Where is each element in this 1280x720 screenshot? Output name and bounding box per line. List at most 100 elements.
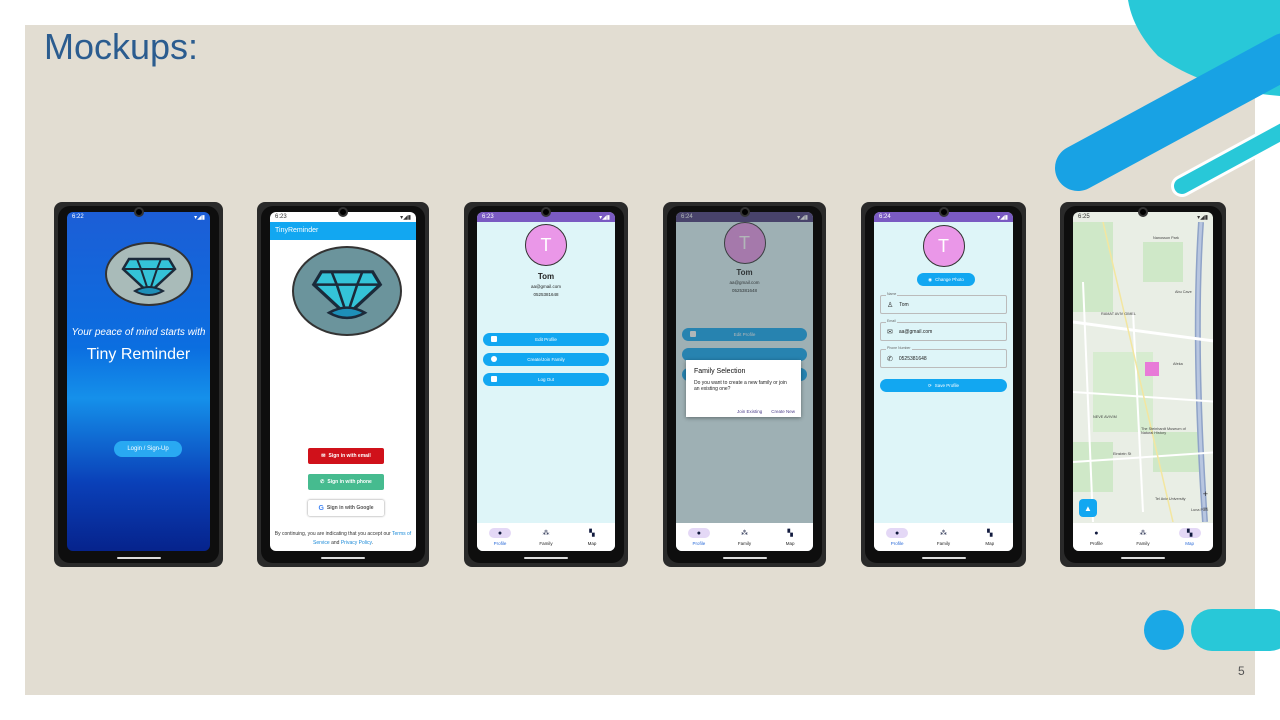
person-icon: ●	[1094, 529, 1099, 537]
change-photo-button[interactable]: ◉ Change Photo	[917, 273, 975, 286]
slide-number: 5	[1238, 664, 1245, 678]
map-label: Abu Cave	[1175, 290, 1192, 294]
status-time: 6:22	[72, 214, 84, 220]
map-canvas[interactable]	[1073, 222, 1213, 522]
signin-screen: 6:23 ▾◢▮ TinyReminder ✉ Sign in with ema…	[270, 212, 416, 551]
slide-title: Mockups:	[44, 26, 199, 67]
nav-map-label: Map	[785, 541, 795, 546]
family-icon: ⁂	[939, 530, 947, 537]
login-signup-button[interactable]: Login / Sign-Up	[114, 441, 182, 457]
edit-profile-screen: 6:24 ▾◢▮ T ◉ Change Photo Name ♙ Tom Ema…	[874, 212, 1013, 551]
create-join-family-label: Create/Join Family	[527, 357, 565, 362]
edit-profile-button[interactable]: Edit Profile	[483, 333, 609, 346]
phone-mockup-signin: 6:23 ▾◢▮ TinyReminder ✉ Sign in with ema…	[257, 202, 429, 567]
bottom-nav: ● Profile ⁂ Family ▚ Map	[676, 523, 813, 551]
map-label: Tel Aviv University	[1155, 497, 1186, 501]
nav-family[interactable]: ⁂ Family	[526, 528, 566, 546]
welcome-screen: 6:22 ▾◢▮ Your peace of mind starts with …	[67, 212, 210, 551]
email-field[interactable]: Email ✉ aa@gmail.com	[880, 319, 1007, 341]
home-indicator	[524, 557, 568, 559]
camera-icon	[133, 207, 144, 217]
nav-family-label: Family	[737, 541, 752, 546]
map-label: RAMAT AVIV GIMEL	[1101, 312, 1137, 316]
sign-in-google-label: Sign in with Google	[326, 505, 374, 511]
nav-map-label: Map	[985, 541, 995, 546]
nav-family-label: Family	[539, 541, 553, 546]
dialog-title: Family Selection	[694, 368, 746, 375]
nav-profile-label: Profile	[890, 541, 904, 546]
nav-family[interactable]: ⁂ Family	[724, 528, 764, 546]
phone-icon: ✆	[320, 479, 325, 485]
status-icons: ▾◢▮	[194, 214, 205, 221]
status-time: 6:23	[482, 214, 494, 220]
phone-mockup-edit-profile: 6:24 ▾◢▮ T ◉ Change Photo Name ♙ Tom Ema…	[861, 202, 1026, 567]
log-out-button[interactable]: Log Out	[483, 373, 609, 386]
home-indicator	[116, 557, 161, 559]
nav-profile[interactable]: ● Profile	[877, 528, 917, 546]
join-existing-button[interactable]: Join Existing	[737, 409, 762, 414]
zoom-out-button[interactable]: −	[1203, 503, 1208, 513]
status-icons: ▾◢▮	[400, 214, 411, 221]
terms-text: By continuing, you are indicating that y…	[274, 530, 412, 548]
person-icon: ●	[489, 528, 511, 538]
sign-in-google-button[interactable]: G Sign in with Google	[308, 500, 384, 516]
zoom-in-button[interactable]: +	[1203, 489, 1208, 499]
nav-profile[interactable]: ● Profile	[679, 528, 719, 546]
phone-mockup-profile: 6:23 ▾◢▮ T Tom aa@gmail.com 0525381648 E…	[464, 202, 628, 567]
email-field-value: aa@gmail.com	[898, 328, 933, 335]
tagline: Your peace of mind starts with	[71, 327, 206, 338]
nav-map[interactable]: ▚ Map	[770, 528, 810, 546]
profile-name: Tom	[537, 272, 555, 281]
sign-in-phone-button[interactable]: ✆ Sign in with phone	[308, 474, 384, 490]
camera-icon	[541, 207, 551, 217]
camera-icon: ◉	[928, 276, 933, 282]
app-bar-title: TinyReminder	[270, 222, 416, 240]
phone-field-label: Phone Number	[886, 346, 912, 350]
map-label: Nanosson Park	[1153, 236, 1179, 240]
nav-map[interactable]: ▚ Map	[1170, 528, 1210, 546]
phone-mockup-family-dialog: 6:24 ▾◢▮ T Tom aa@gmail.com 0525381648 E…	[663, 202, 826, 567]
edit-profile-label: Edit Profile	[535, 337, 557, 342]
nav-family-label: Family	[1136, 541, 1150, 546]
nav-map[interactable]: ▚ Map	[970, 528, 1010, 546]
avatar: T	[525, 224, 567, 266]
nav-profile-label: Profile	[493, 541, 507, 546]
family-selection-dialog: Family Selection Do you want to create a…	[686, 360, 801, 417]
person-icon: ●	[886, 528, 909, 538]
save-profile-button[interactable]: ⟳ Save Profile	[880, 379, 1007, 392]
terms-and: and	[331, 540, 340, 546]
mail-icon: ✉	[887, 328, 893, 336]
app-name: Tiny Reminder	[86, 346, 191, 363]
camera-icon	[338, 207, 348, 217]
status-icons: ▾◢▮	[599, 214, 610, 221]
profile-phone: 0525381648	[533, 292, 559, 297]
name-field[interactable]: Name ♙ Tom	[880, 292, 1007, 314]
terms-prefix: By continuing, you are indicating that y…	[274, 531, 391, 537]
phone-mockup-map: 6:25 ▾◢▮ Nanosson Park RAMAT AVIV GIMEL …	[1060, 202, 1226, 567]
nav-family[interactable]: ⁂ Family	[923, 528, 963, 546]
nav-profile[interactable]: ● Profile	[480, 528, 520, 546]
create-join-family-button[interactable]: Create/Join Family	[483, 353, 609, 366]
create-new-button[interactable]: Create New	[771, 409, 795, 414]
nav-map[interactable]: ▚ Map	[572, 528, 612, 546]
map-screen: 6:25 ▾◢▮ Nanosson Park RAMAT AVIV GIMEL …	[1073, 212, 1213, 551]
locate-button[interactable]: ▲	[1079, 499, 1097, 517]
mail-icon: ✉	[321, 453, 326, 459]
status-icons: ▾◢▮	[997, 214, 1008, 221]
sign-in-email-button[interactable]: ✉ Sign in with email	[308, 448, 384, 464]
nav-map-label: Map	[587, 541, 597, 546]
nav-profile[interactable]: ● Profile	[1076, 528, 1116, 547]
privacy-policy-link[interactable]: Privacy Policy	[341, 540, 372, 546]
nav-family[interactable]: ⁂ Family	[1123, 528, 1163, 546]
home-indicator	[1121, 557, 1165, 559]
map-icon: ▚	[787, 530, 793, 537]
family-icon: ⁂	[1139, 530, 1147, 537]
dialog-actions: Join Existing Create New	[737, 409, 795, 414]
home-indicator	[321, 557, 365, 559]
phone-field[interactable]: Phone Number ✆ 0525381648	[880, 346, 1007, 368]
map-icon: ▚	[987, 530, 993, 537]
status-time: 6:25	[1078, 214, 1090, 220]
change-photo-label: Change Photo	[935, 277, 964, 282]
status-time: 6:23	[275, 214, 287, 220]
map-label: Einstein St	[1113, 452, 1132, 456]
